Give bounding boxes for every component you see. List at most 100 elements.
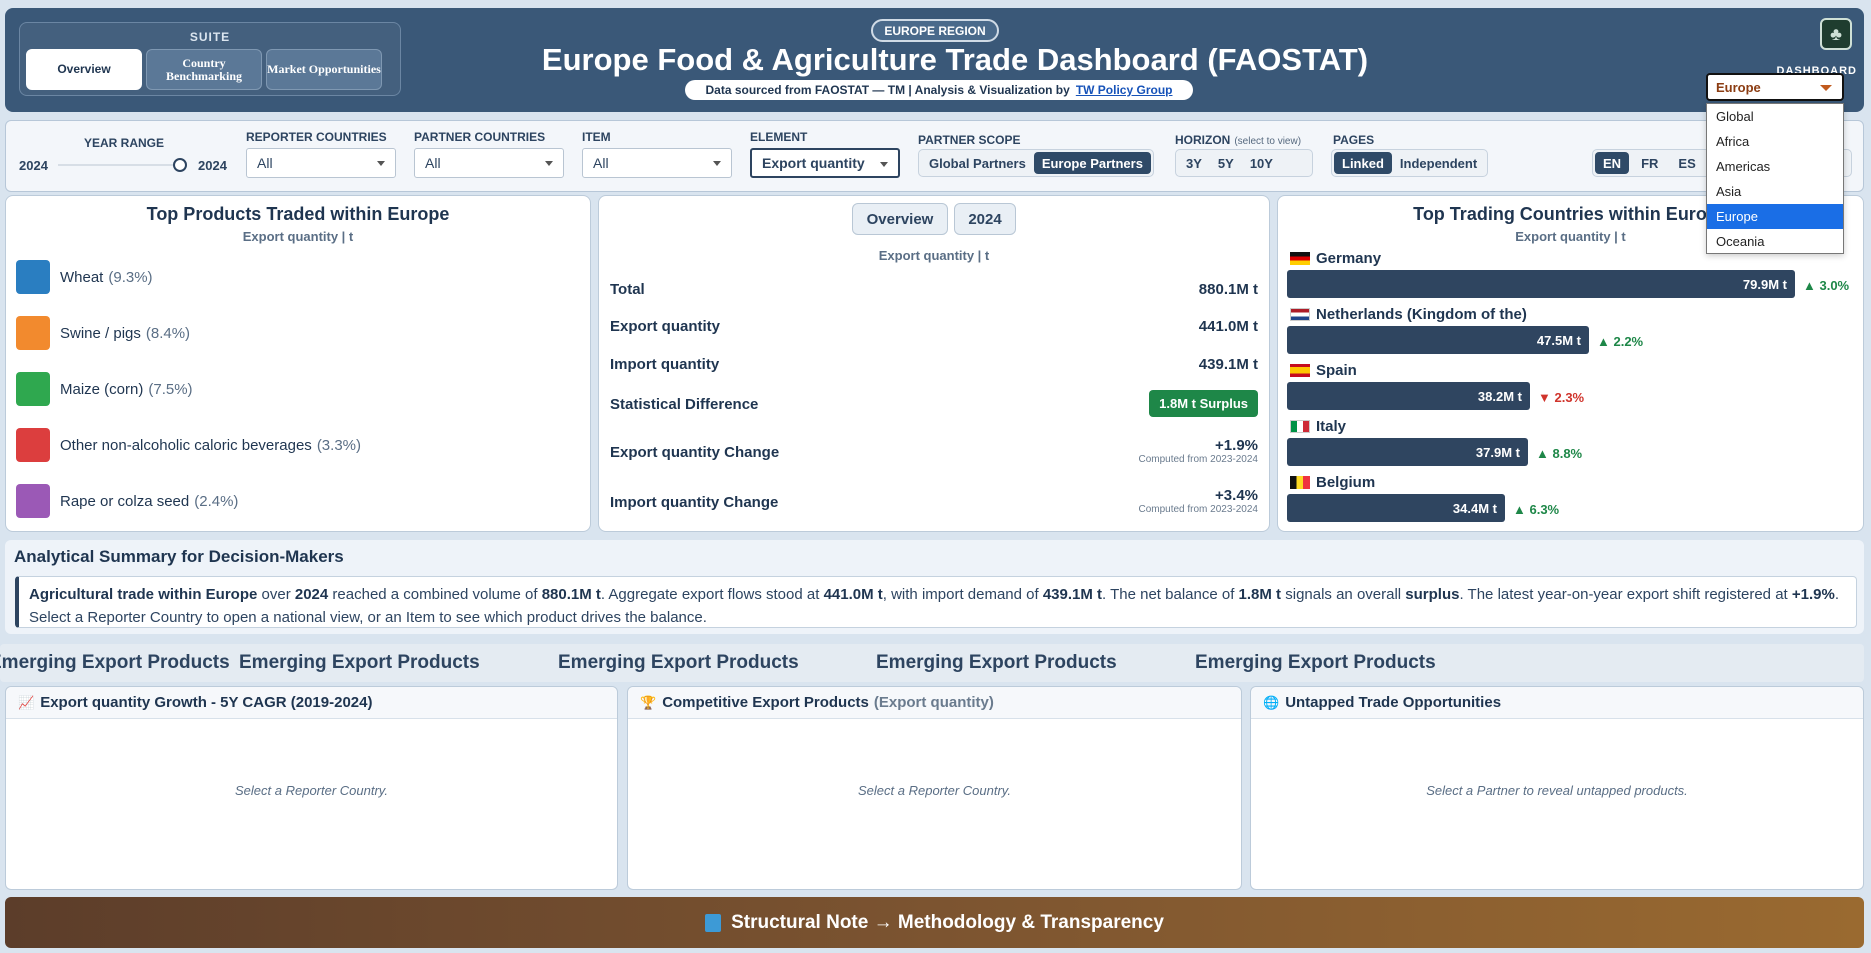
- year-start: 2024: [19, 158, 48, 173]
- horizon-5y[interactable]: 5Y: [1210, 152, 1242, 174]
- surplus-badge: 1.8M t Surplus: [1149, 390, 1258, 417]
- country-bar[interactable]: 37.9M t: [1287, 438, 1528, 466]
- summary-part: 2024: [294, 586, 329, 603]
- emerging-products-ticker: Emerging Export Products Emerging Export…: [0, 644, 1864, 682]
- tab-year-2024[interactable]: 2024: [954, 203, 1016, 235]
- country-bar[interactable]: 79.9M t: [1287, 270, 1795, 298]
- summary-part: reached a combined volume of: [328, 586, 542, 603]
- product-item[interactable]: Swine / pigs (8.4%): [16, 316, 190, 350]
- country-italy[interactable]: Italy: [1290, 418, 1346, 435]
- import-row: Import quantity 439.1M t: [610, 356, 1258, 373]
- export-change-note: Computed from 2023-2024: [1138, 454, 1258, 465]
- product-name: Maize (corn): [60, 380, 144, 398]
- top-products-subtitle: Export quantity | t: [242, 229, 354, 244]
- country-change: ▲ 6.3%: [1513, 502, 1560, 517]
- methodology-button[interactable]: Structural Note → Methodology & Transpar…: [5, 897, 1864, 948]
- horizon-toggle: 3Y 5Y 10Y: [1175, 149, 1313, 177]
- pages-linked[interactable]: Linked: [1334, 152, 1392, 174]
- year-range-slider-handle[interactable]: [173, 158, 187, 172]
- untapped-empty-message: Select a Partner to reveal untapped prod…: [1426, 783, 1688, 798]
- cagr-panel: 📈 Export quantity Growth - 5Y CAGR (2019-…: [5, 686, 618, 890]
- product-item[interactable]: Maize (corn) (7.5%): [16, 372, 193, 406]
- dashboard-option-europe[interactable]: Europe: [1707, 204, 1843, 229]
- belgium-flag-icon: [1290, 476, 1310, 489]
- color-swatch: [16, 372, 50, 406]
- partner-countries-value: All: [425, 155, 441, 171]
- competitive-empty-message: Select a Reporter Country.: [858, 783, 1011, 798]
- cagr-panel-header: 📈 Export quantity Growth - 5Y CAGR (2019-…: [6, 687, 617, 719]
- summary-part: 1.8M t: [1238, 586, 1282, 603]
- country-change: ▲ 3.0%: [1803, 278, 1850, 293]
- product-item[interactable]: Rape or colza seed (2.4%): [16, 484, 238, 518]
- country-germany[interactable]: Germany: [1290, 250, 1381, 267]
- summary-part: +1.9%: [1791, 586, 1835, 603]
- chevron-down-icon: [1820, 85, 1832, 91]
- country-name: Belgium: [1316, 474, 1376, 491]
- italy-flag-icon: [1290, 420, 1310, 433]
- page-title: Europe Food & Agriculture Trade Dashboar…: [541, 42, 1369, 77]
- language-fr[interactable]: FR: [1633, 152, 1666, 174]
- dashboard-select-value: Europe: [1716, 79, 1761, 95]
- dashboard-option-oceania[interactable]: Oceania: [1707, 229, 1843, 254]
- dashboard-dropdown-list: Global Africa Americas Asia Europe Ocean…: [1706, 103, 1844, 254]
- scope-global-partners[interactable]: Global Partners: [921, 152, 1034, 174]
- chevron-down-icon: [377, 161, 385, 166]
- color-swatch: [16, 316, 50, 350]
- element-select[interactable]: Export quantity: [750, 148, 900, 178]
- pages-independent[interactable]: Independent: [1392, 152, 1485, 174]
- dashboard-option-americas[interactable]: Americas: [1707, 154, 1843, 179]
- summary-part: , with import demand of: [882, 586, 1043, 603]
- competitive-panel-suffix: (Export quantity): [873, 694, 994, 711]
- language-en[interactable]: EN: [1595, 152, 1630, 174]
- partner-scope-toggle: Global Partners Europe Partners: [918, 149, 1154, 177]
- suite-tab-market-opportunities[interactable]: Market Opportunities: [266, 49, 382, 90]
- partner-countries-label: PARTNER COUNTRIES: [414, 130, 546, 144]
- overview-subtitle: Export quantity | t: [878, 248, 990, 263]
- country-bar[interactable]: 47.5M t: [1287, 326, 1589, 354]
- export-row: Export quantity 441.0M t: [610, 318, 1258, 335]
- pages-label: PAGES: [1333, 133, 1375, 147]
- product-share: (3.3%): [316, 436, 361, 454]
- color-swatch: [16, 484, 50, 518]
- tw-policy-group-link[interactable]: TW Policy Group: [1076, 83, 1173, 97]
- horizon-label-text: HORIZON: [1175, 133, 1231, 147]
- country-bar[interactable]: 34.4M t: [1287, 494, 1505, 522]
- export-change-value: +1.9%: [1215, 437, 1258, 454]
- product-item[interactable]: Wheat (9.3%): [16, 260, 153, 294]
- dashboard-select[interactable]: Europe: [1706, 73, 1844, 101]
- dashboard-option-africa[interactable]: Africa: [1707, 129, 1843, 154]
- product-share: (8.4%): [145, 324, 191, 342]
- country-belgium[interactable]: Belgium: [1290, 474, 1375, 491]
- ticker-item: Emerging Export Products: [876, 652, 1117, 673]
- horizon-10y[interactable]: 10Y: [1242, 152, 1281, 174]
- item-select[interactable]: All: [582, 148, 732, 178]
- untapped-panel-title: Untapped Trade Opportunities: [1285, 694, 1502, 711]
- suite-tab-overview[interactable]: Overview: [26, 49, 142, 90]
- year-range-slider-track[interactable]: [58, 164, 180, 166]
- horizon-3y[interactable]: 3Y: [1178, 152, 1210, 174]
- ticker-item: Emerging Export Products: [558, 652, 799, 673]
- country-spain[interactable]: Spain: [1290, 362, 1357, 379]
- language-es[interactable]: ES: [1670, 152, 1703, 174]
- competitive-panel-title: Competitive Export Products: [662, 694, 869, 711]
- country-bar[interactable]: 38.2M t: [1287, 382, 1530, 410]
- dashboard-option-global[interactable]: Global: [1707, 104, 1843, 129]
- import-change-row: Import quantity Change +3.4% Computed from…: [610, 487, 1258, 515]
- tab-overview[interactable]: Overview: [852, 203, 948, 235]
- partner-scope-label: PARTNER SCOPE: [918, 133, 1021, 147]
- suite-title: SUITE: [189, 30, 231, 44]
- reporter-countries-select[interactable]: All: [246, 148, 396, 178]
- partner-countries-select[interactable]: All: [414, 148, 564, 178]
- item-label: ITEM: [582, 130, 611, 144]
- leaf-logo-icon: ♣: [1820, 18, 1852, 50]
- country-name: Italy: [1316, 418, 1347, 435]
- country-netherlands[interactable]: Netherlands (Kingdom of the): [1290, 306, 1527, 323]
- country-change: ▼ 2.3%: [1538, 390, 1585, 405]
- scope-europe-partners[interactable]: Europe Partners: [1033, 152, 1151, 174]
- suite-tab-country-benchmarking[interactable]: Country Benchmarking: [146, 49, 262, 90]
- data-source-line: Data sourced from FAOSTAT — TM | Analysi…: [685, 80, 1193, 100]
- dashboard-option-asia[interactable]: Asia: [1707, 179, 1843, 204]
- color-swatch: [16, 260, 50, 294]
- country-value: 79.9M t: [1742, 276, 1787, 292]
- product-item[interactable]: Other non-alcoholic caloric beverages (3.…: [16, 428, 361, 462]
